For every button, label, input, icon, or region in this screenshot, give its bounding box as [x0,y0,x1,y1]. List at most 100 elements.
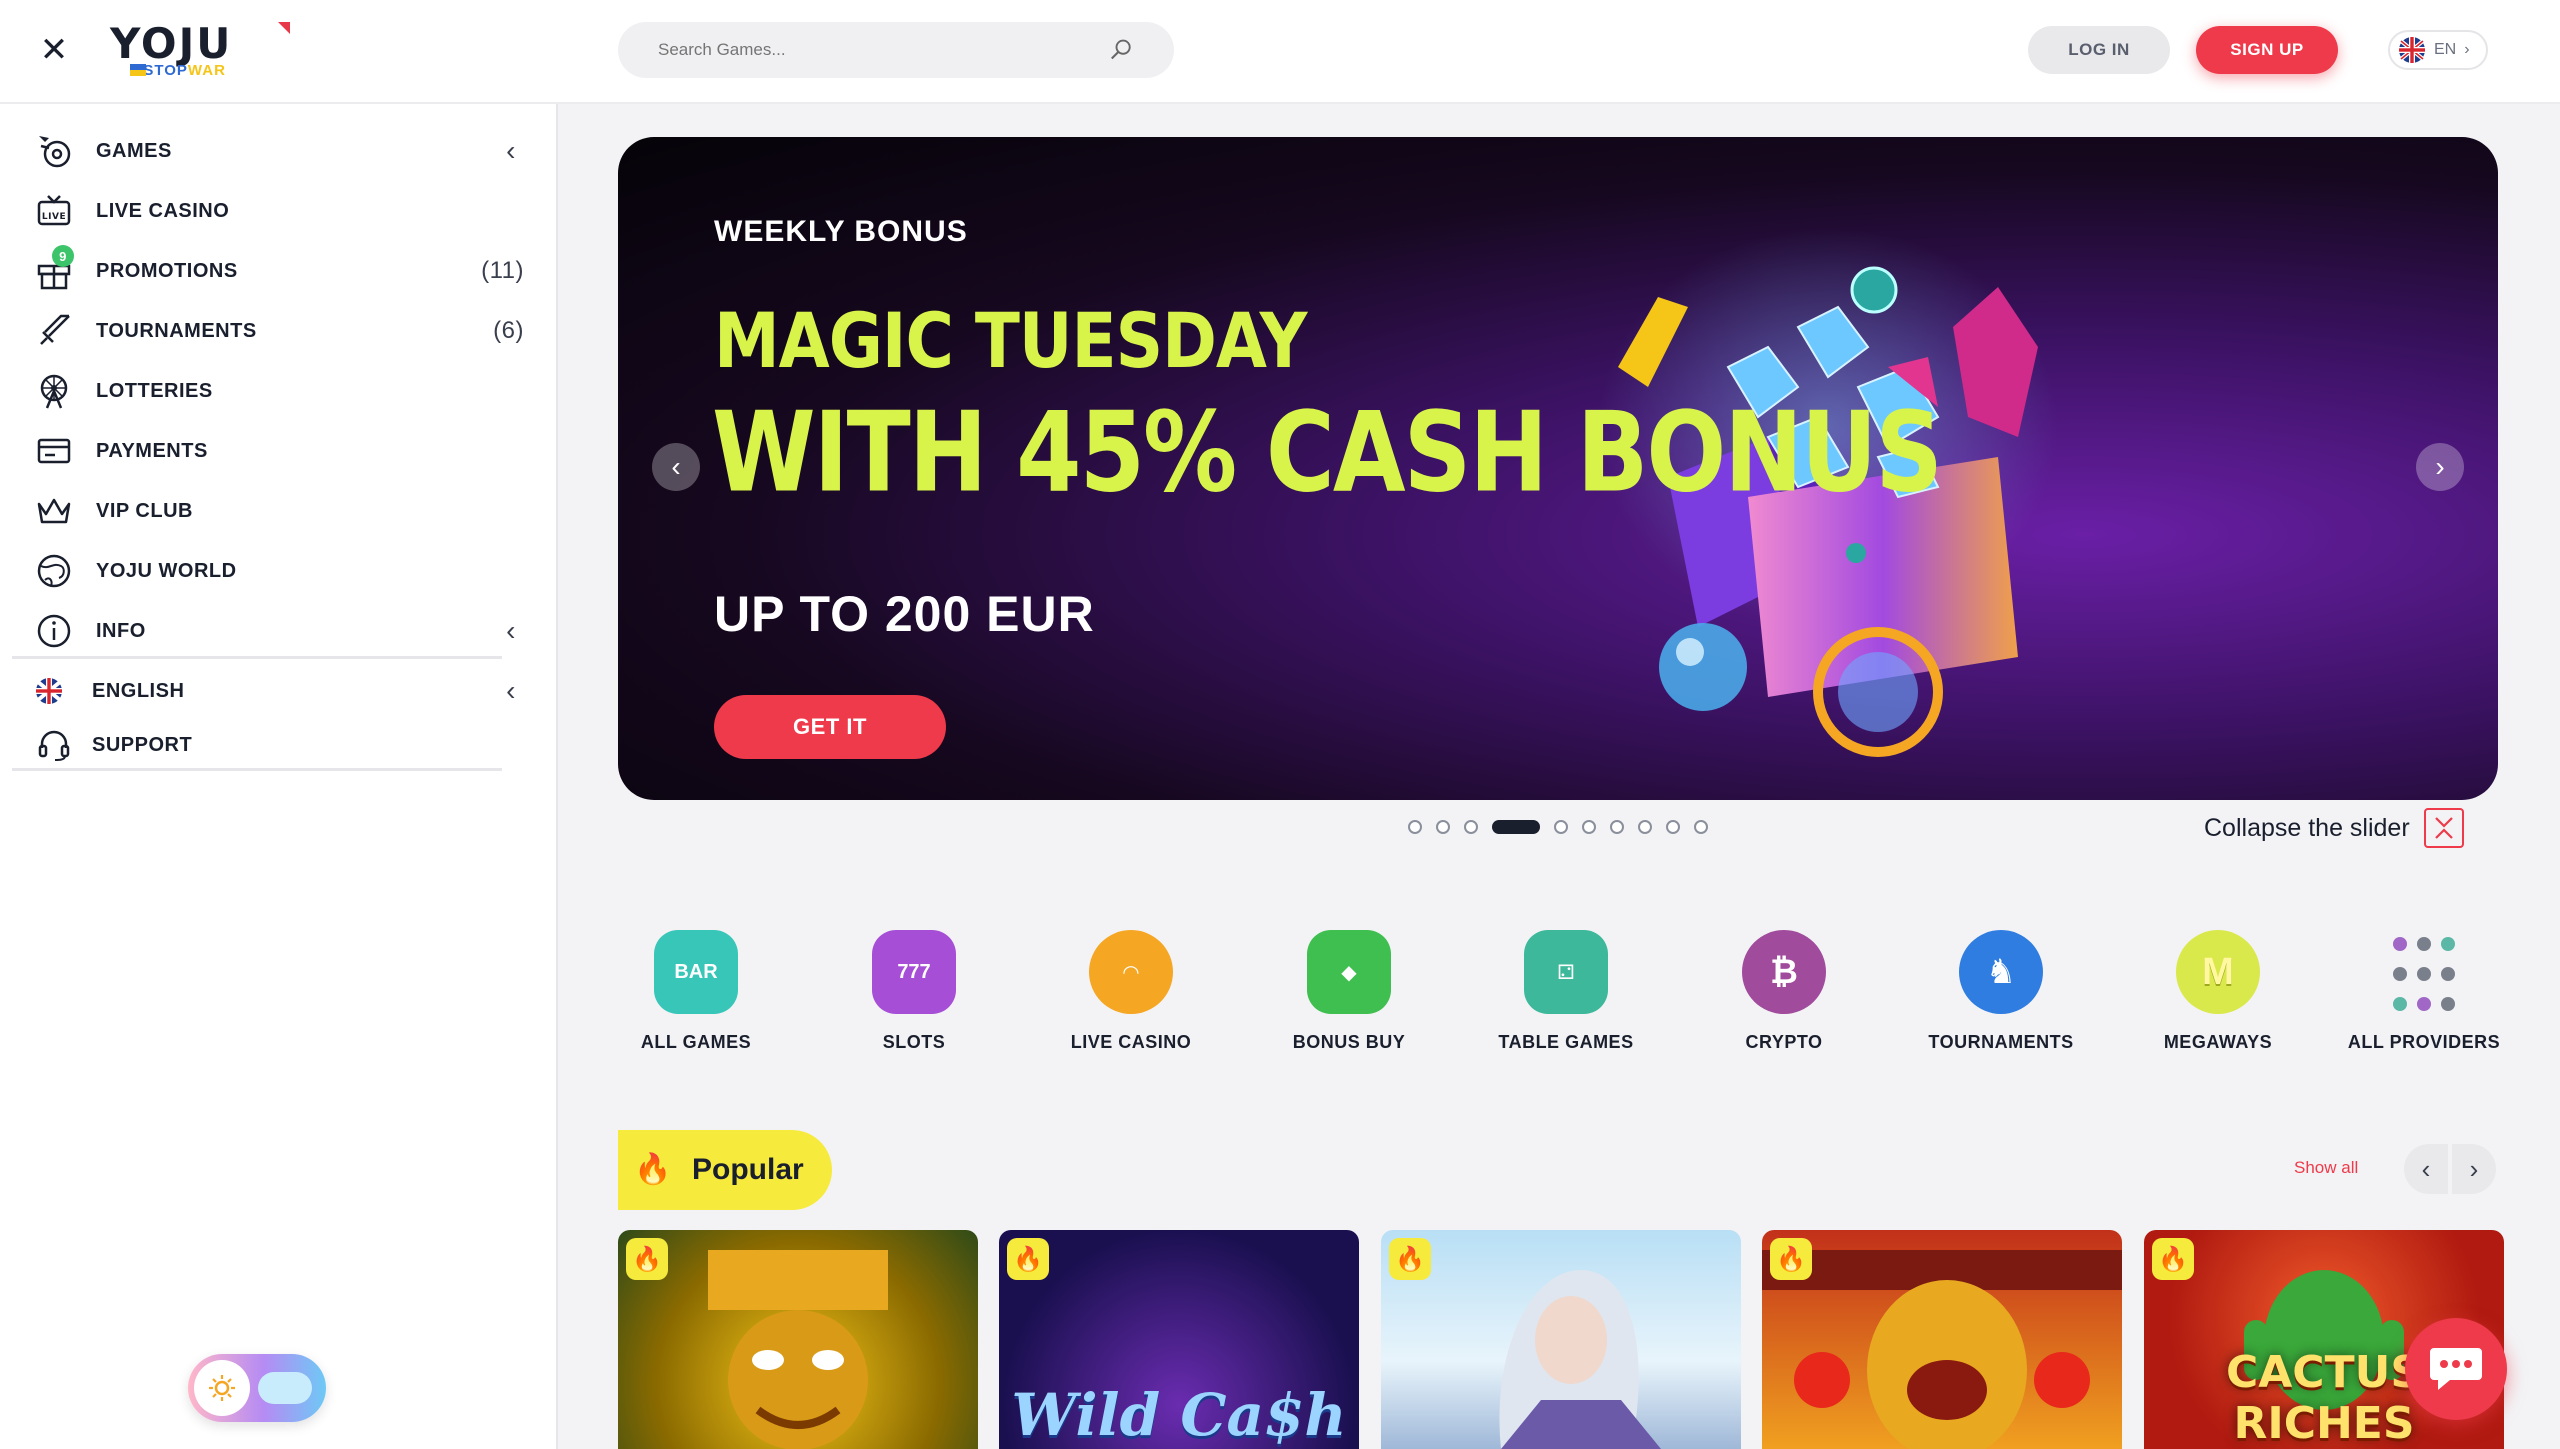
sidebar-item-info[interactable]: INFO ‹ [34,606,524,656]
category-bonus-buy[interactable]: ◆ BONUS BUY [1249,930,1449,1053]
sidebar-item-lotteries[interactable]: LOTTERIES [34,366,524,416]
sidebar-item-label: PAYMENTS [96,439,208,462]
game-card-aztec-mask[interactable]: 🔥 [618,1230,978,1449]
close-menu-button[interactable]: ✕ [36,31,72,69]
category-table-games[interactable]: ⚁ TABLE GAMES [1466,930,1666,1053]
category-all-providers[interactable]: ALL PROVIDERS [2324,930,2524,1053]
sidebar-item-label: GAMES [96,139,172,162]
collapse-icon [2423,808,2464,848]
slider-dot[interactable] [1610,820,1624,834]
slider-dot[interactable] [1436,820,1450,834]
sidebar-divider [12,768,502,771]
category-megaways[interactable]: M MEGAWAYS [2118,930,2318,1053]
dealer-icon: ◠ [1089,930,1173,1014]
slider-next-button[interactable]: › [2416,443,2464,491]
slider-dot[interactable] [1464,820,1478,834]
fire-icon: 🔥 [634,1153,672,1186]
slider-dot[interactable] [1666,820,1680,834]
promotions-badge: 9 [52,245,74,267]
signup-button[interactable]: SIGN UP [2196,26,2338,74]
slider-dot-active[interactable] [1492,820,1540,834]
logo-text: YOJU [110,19,233,68]
logo-triangle-icon [278,22,290,34]
chevron-left-icon[interactable]: ‹ [506,675,516,707]
popular-prev-button[interactable]: ‹ [2404,1144,2448,1194]
get-it-button[interactable]: GET IT [714,695,946,759]
game-card-ice-queen[interactable]: 🔥 [1381,1230,1741,1449]
sidebar-item-games[interactable]: GAMES ‹ [34,126,524,176]
game-title: Wild Ca$h [1011,1381,1347,1449]
sidebar-item-yoju-world[interactable]: YOJU WORLD [34,546,524,596]
promotions-count: (11) [481,257,524,284]
search-input[interactable] [658,40,1108,60]
category-live-casino[interactable]: ◠ LIVE CASINO [1031,930,1231,1053]
sidebar-item-english[interactable]: ENGLISH ‹ [34,666,524,716]
category-label: SLOTS [882,1032,946,1052]
logo-subtitle: #STOPWAR [134,62,226,79]
trophy-icon: ♞ [1959,930,2043,1014]
sidebar-item-tournaments[interactable]: TOURNAMENTS (6) [34,306,524,356]
games-icon [34,131,74,171]
cloud-icon [258,1372,312,1404]
chat-bubble-icon [2430,1348,2482,1390]
sidebar-item-support[interactable]: SUPPORT [34,720,524,770]
category-all-games[interactable]: BAR ALL GAMES [596,930,796,1053]
hero-headline-1: MAGIC TUESDAY [714,297,1307,386]
sidebar-divider [12,656,502,659]
uk-flag-icon [34,676,64,706]
aztec-mask-artwork [708,1250,888,1449]
search-icon[interactable] [1108,36,1134,64]
bitcoin-icon: ₿ [1742,930,1826,1014]
hero-eyebrow: WEEKLY BONUS [714,215,968,248]
chevron-left-icon[interactable]: ‹ [506,135,516,167]
category-slots[interactable]: 777 SLOTS [814,930,1014,1053]
sidebar-item-promotions[interactable]: 9 PROMOTIONS (11) [34,245,524,296]
grid-dots-icon [2382,930,2466,1014]
sidebar-item-label: SUPPORT [92,733,193,756]
sidebar-item-label: LOTTERIES [96,379,213,402]
slider-dot[interactable] [1554,820,1568,834]
headset-icon [34,725,74,765]
category-crypto[interactable]: ₿ CRYPTO [1684,930,1884,1053]
svg-text:LIVE: LIVE [42,212,66,222]
theme-toggle[interactable] [188,1354,326,1422]
slider-prev-button[interactable]: ‹ [652,443,700,491]
hero-headline-2: WITH 45% CASH BONUS [712,389,1943,518]
ice-queen-artwork [1499,1270,1661,1449]
chat-button[interactable] [2405,1318,2507,1420]
logo[interactable]: YOJU #STOPWAR [110,22,290,82]
show-all-link[interactable]: Show all [2294,1158,2358,1178]
bar-slot-icon: BAR [654,930,738,1014]
sidebar-item-label: VIP CLUB [96,499,193,522]
sidebar-item-label: ENGLISH [92,679,185,702]
collapse-slider-button[interactable]: Collapse the slider [2204,808,2464,848]
search-bar[interactable] [618,22,1174,78]
hot-badge-icon: 🔥 [2152,1238,2194,1280]
chevron-left-icon[interactable]: ‹ [506,615,516,647]
slider-dot[interactable] [1694,820,1708,834]
language-selector[interactable]: EN › [2388,30,2488,70]
slider-dot[interactable] [1582,820,1596,834]
category-label: LIVE CASINO [1070,1032,1192,1052]
game-card-lion[interactable]: 🔥 [1762,1230,2122,1449]
sidebar-item-vip-club[interactable]: VIP CLUB [34,486,524,536]
popular-section-title: 🔥 Popular [618,1130,832,1210]
slider-dot[interactable] [1408,820,1422,834]
hot-badge-icon: 🔥 [1389,1238,1431,1280]
sidebar-item-label: YOJU WORLD [96,559,237,582]
info-icon [34,611,74,651]
hot-badge-icon: 🔥 [1007,1238,1049,1280]
game-card-wild-cash[interactable]: 🔥 Wild Ca$h [999,1230,1359,1449]
hero-banner[interactable]: WEEKLY BONUS MAGIC TUESDAY WITH 45% CASH… [618,137,2498,800]
category-tournaments[interactable]: ♞ TOURNAMENTS [1901,930,2101,1053]
sun-icon [194,1360,250,1416]
hot-badge-icon: 🔥 [626,1238,668,1280]
top-header: ✕ YOJU #STOPWAR LOG IN SIGN UP EN › [0,0,2560,104]
sidebar-item-live-casino[interactable]: LIVE LIVE CASINO [34,186,524,236]
category-label: ALL PROVIDERS [2347,1032,2501,1052]
slider-dot[interactable] [1638,820,1652,834]
sidebar-item-payments[interactable]: PAYMENTS [34,426,524,476]
login-button[interactable]: LOG IN [2028,26,2170,74]
hero-subheadline: UP TO 200 EUR [714,586,1095,642]
popular-next-button[interactable]: › [2452,1144,2496,1194]
